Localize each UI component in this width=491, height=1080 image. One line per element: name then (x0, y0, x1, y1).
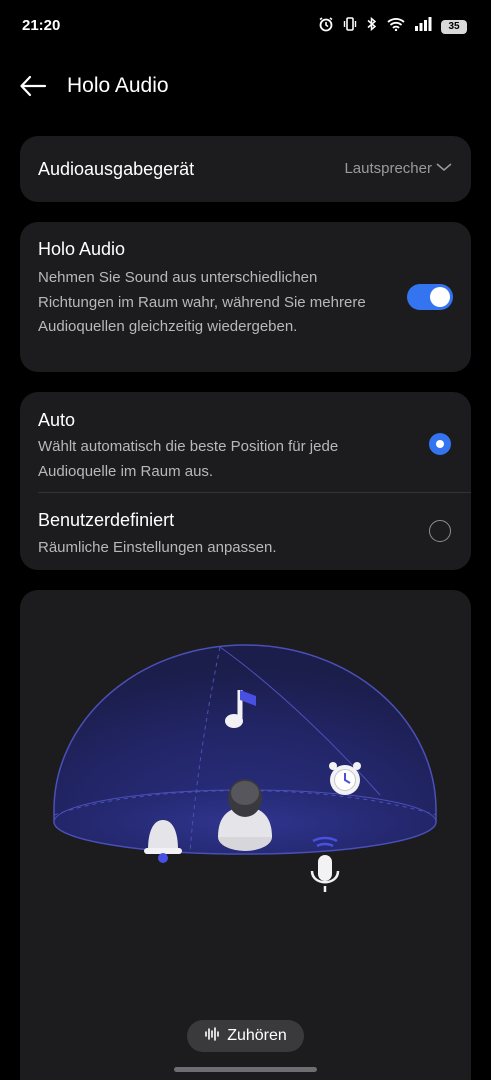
bluetooth-icon (366, 16, 378, 37)
mode-selection-card: Auto Wählt automatisch die beste Positio… (20, 392, 471, 570)
vibrate-icon (343, 16, 357, 37)
holo-audio-toggle[interactable] (407, 284, 453, 310)
mode-custom-title: Benutzerdefiniert (38, 510, 175, 530)
listen-button[interactable]: Zuhören (187, 1020, 304, 1052)
page-title: Holo Audio (67, 74, 169, 97)
spatial-dome-illustration (53, 644, 437, 892)
mode-custom-description: Räumliche Einstellungen anpassen. (38, 539, 277, 556)
radio-auto-selected[interactable] (429, 433, 451, 455)
back-button[interactable] (18, 72, 48, 100)
audio-output-row[interactable]: Audioausgabegerät Lautsprecher (20, 136, 471, 202)
audio-output-value: Lautsprecher (344, 160, 432, 177)
alarm-icon (318, 16, 334, 37)
mode-auto-title: Auto (38, 410, 76, 430)
holo-audio-description: Nehmen Sie Sound aus unterschiedlichen R… (38, 269, 366, 335)
sound-wave-icon (204, 1026, 220, 1047)
status-icons: 35 (318, 16, 467, 37)
app-header: Holo Audio (0, 60, 491, 112)
home-indicator[interactable] (174, 1067, 317, 1072)
arrow-left-icon (18, 75, 48, 104)
listen-label: Zuhören (227, 1027, 287, 1044)
mode-auto-description: Wählt automatisch die beste Position für… (38, 438, 339, 480)
mode-option-auto[interactable]: Auto Wählt automatisch die beste Positio… (20, 392, 471, 492)
signal-icon (414, 17, 432, 36)
audio-output-dropdown[interactable]: Lautsprecher (344, 160, 453, 177)
status-time: 21:20 (22, 17, 61, 34)
chevron-down-icon (435, 160, 453, 177)
radio-custom-unselected[interactable] (429, 520, 451, 542)
battery-icon: 35 (441, 19, 467, 34)
holo-audio-card: Holo Audio Nehmen Sie Sound aus untersch… (20, 222, 471, 372)
mode-option-custom[interactable]: Benutzerdefiniert Räumliche Einstellunge… (20, 493, 471, 570)
audio-output-label: Audioausgabegerät (38, 159, 195, 179)
status-bar: 21:20 35 (0, 0, 491, 52)
wifi-icon (387, 17, 405, 36)
spatial-preview-card: Zuhören (20, 590, 471, 1080)
toggle-knob (430, 287, 450, 307)
holo-audio-title: Holo Audio (38, 239, 126, 259)
